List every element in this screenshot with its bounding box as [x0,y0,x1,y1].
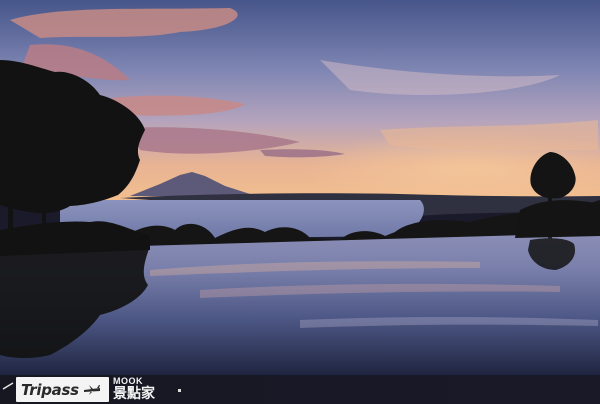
airplane-icon [83,384,100,395]
mook-logo: MOOK 景點家 [113,376,155,403]
mook-label: MOOK [113,376,143,386]
arrow-icon [2,382,14,390]
separator-dot [178,389,181,392]
sunset-landscape-image [0,0,600,375]
mook-site-name: 景點家 [113,386,155,402]
photo-scene [0,0,600,404]
tripass-brand-text: Tripass [21,380,79,399]
tripass-logo: Tripass [16,377,109,402]
